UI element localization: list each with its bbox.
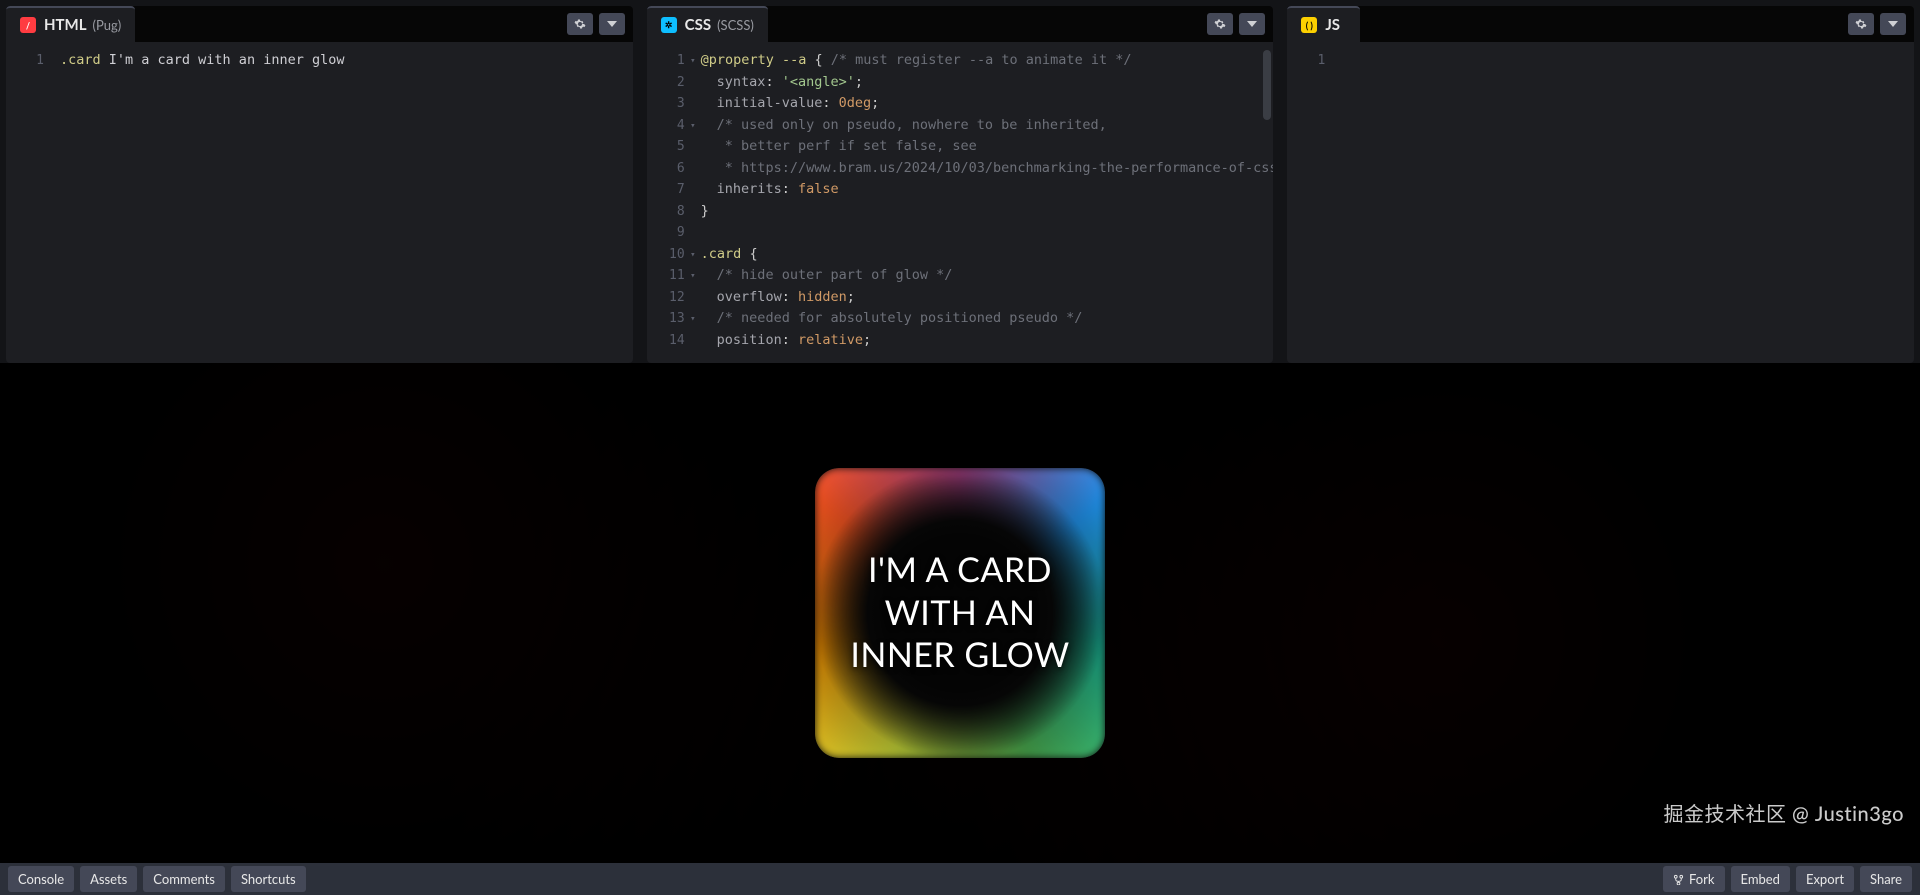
line-number: 11 [647,265,685,287]
line-number: 6 [647,158,685,180]
editor-js[interactable]: 1 [1287,42,1914,363]
fork-button[interactable]: Fork [1663,866,1725,892]
tab-js-title: JS [1325,16,1340,34]
code-line[interactable]: position: relative; [701,330,1274,352]
code-line[interactable]: overflow: hidden; [701,287,1274,309]
editor-html[interactable]: 1 .card I'm a card with an inner glow [6,42,633,363]
line-number: 8 [647,201,685,223]
code-line[interactable] [701,222,1274,244]
gutter-html: 1 [6,42,54,363]
panel-html-controls [567,6,633,42]
line-number: 1 [1287,50,1325,72]
tab-css-subtitle: (SCSS) [717,17,754,33]
tab-css-title: CSS [685,16,711,34]
line-number: 1 [647,50,685,72]
editor-css[interactable]: 1234567891011121314 @property --a { /* m… [647,42,1274,363]
code-line[interactable]: syntax: '<angle>'; [701,72,1274,94]
panel-js: ( ) JS 1 [1287,6,1914,363]
share-button[interactable]: Share [1860,866,1912,892]
code-html[interactable]: .card I'm a card with an inner glow [54,42,633,363]
export-button[interactable]: Export [1796,866,1854,892]
js-icon: ( ) [1301,17,1317,33]
comments-button[interactable]: Comments [143,866,225,892]
line-number: 1 [6,50,44,72]
code-line[interactable]: /* needed for absolutely positioned pseu… [701,308,1274,330]
result-pane: I'M A CARD WITH AN INNER GLOW 掘金技术社区 @ J… [0,363,1920,863]
code-line[interactable]: /* hide outer part of glow */ [701,265,1274,287]
shortcuts-button[interactable]: Shortcuts [231,866,306,892]
code-line[interactable]: inherits: false [701,179,1274,201]
fork-icon [1673,874,1684,885]
panel-css-header: ✲ CSS (SCSS) [647,6,1274,42]
code-line[interactable]: } [701,201,1274,223]
code-css[interactable]: @property --a { /* must register --a to … [695,42,1274,363]
result-card-text: I'M A CARD WITH AN INNER GLOW [843,549,1077,677]
line-number: 13 [647,308,685,330]
code-line[interactable]: * https://www.bram.us/2024/10/03/benchma… [701,158,1274,180]
panel-html: / HTML (Pug) 1 .card I'm a card with an … [6,6,633,363]
line-number: 14 [647,330,685,352]
panel-js-header: ( ) JS [1287,6,1914,42]
watermark-text: 掘金技术社区 @ Justin3go [1663,798,1904,827]
result-card: I'M A CARD WITH AN INNER GLOW [815,468,1105,758]
code-line[interactable]: @property --a { /* must register --a to … [701,50,1274,72]
settings-button[interactable] [567,13,593,35]
tab-js[interactable]: ( ) JS [1287,6,1360,42]
tab-html[interactable]: / HTML (Pug) [6,6,135,42]
code-line[interactable]: * better perf if set false, see [701,136,1274,158]
footer-bar: ConsoleAssetsCommentsShortcuts ForkEmbed… [0,863,1920,895]
line-number: 7 [647,179,685,201]
panel-js-controls [1848,6,1914,42]
tab-html-title: HTML [44,16,87,34]
embed-button[interactable]: Embed [1731,866,1790,892]
line-number: 2 [647,72,685,94]
line-number: 5 [647,136,685,158]
dropdown-button[interactable] [599,13,625,35]
line-number: 9 [647,222,685,244]
css-icon: ✲ [661,17,677,33]
editors-row: / HTML (Pug) 1 .card I'm a card with an … [0,0,1920,363]
code-js[interactable] [1335,42,1914,363]
html-icon: / [20,17,36,33]
code-line[interactable] [1341,50,1914,72]
code-line[interactable]: initial-value: 0deg; [701,93,1274,115]
assets-button[interactable]: Assets [80,866,137,892]
dropdown-button[interactable] [1239,13,1265,35]
line-number: 12 [647,287,685,309]
settings-button[interactable] [1207,13,1233,35]
app-root: / HTML (Pug) 1 .card I'm a card with an … [0,0,1920,895]
code-line[interactable]: .card { [701,244,1274,266]
line-number: 3 [647,93,685,115]
scrollbar-thumb[interactable] [1263,50,1271,120]
tab-html-subtitle: (Pug) [93,17,122,33]
panel-css-controls [1207,6,1273,42]
gutter-js: 1 [1287,42,1335,363]
line-number: 10 [647,244,685,266]
panel-html-header: / HTML (Pug) [6,6,633,42]
dropdown-button[interactable] [1880,13,1906,35]
panel-css: ✲ CSS (SCSS) 1234567891011121314 @proper… [647,6,1274,363]
tab-css[interactable]: ✲ CSS (SCSS) [647,6,768,42]
settings-button[interactable] [1848,13,1874,35]
line-number: 4 [647,115,685,137]
code-line[interactable]: /* used only on pseudo, nowhere to be in… [701,115,1274,137]
gutter-css: 1234567891011121314 [647,42,695,363]
code-line[interactable]: .card I'm a card with an inner glow [60,50,633,72]
console-button[interactable]: Console [8,866,74,892]
